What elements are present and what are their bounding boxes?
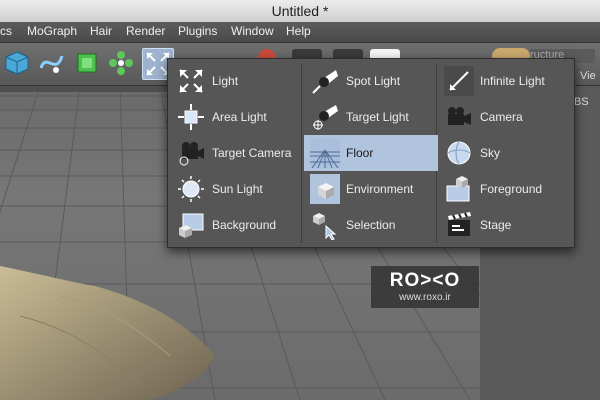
menu-item-window[interactable]: Window [231, 24, 274, 38]
stage-icon [448, 212, 471, 236]
menu-item-spot-light[interactable]: Spot Light [304, 63, 438, 99]
target-light-icon [313, 105, 338, 130]
selection-icon [313, 213, 337, 240]
menu-item-target-light[interactable]: Target Light [304, 99, 438, 135]
menu-item-mograph[interactable]: MoGraph [27, 24, 77, 38]
pillow-object[interactable] [0, 266, 215, 400]
menu-item-graphics[interactable]: cs [0, 24, 12, 38]
menu-item-selection[interactable]: Selection [304, 207, 438, 243]
title-bar: Untitled * [0, 0, 600, 23]
menu-item-area-light[interactable]: Area Light [170, 99, 304, 135]
nurbs-icon[interactable] [72, 48, 102, 78]
watermark-url: www.roxo.ir [399, 292, 451, 303]
menu-item-infinite-light[interactable]: Infinite Light [438, 63, 572, 99]
target-camera-icon [179, 142, 204, 166]
menu-item-foreground[interactable]: Foreground [438, 171, 572, 207]
menu-item-sun-light[interactable]: Sun Light [170, 171, 304, 207]
light-palette-popup: Light Area Light Target Camera Sun Light… [167, 58, 575, 248]
cube-icon[interactable] [2, 48, 32, 78]
menu-item-hair[interactable]: Hair [90, 24, 112, 38]
camera-icon [448, 107, 471, 125]
menu-item-light[interactable]: Light [170, 63, 304, 99]
background-icon [179, 213, 204, 238]
menu-bar: cs MoGraph Hair Render Plugins Window He… [0, 22, 600, 43]
floor-icon [310, 138, 340, 168]
infinite-light-icon [444, 66, 474, 96]
menu-item-camera[interactable]: Camera [438, 99, 572, 135]
menu-item-stage[interactable]: Stage [438, 207, 572, 243]
menu-item-background[interactable]: Background [170, 207, 304, 243]
menu-item-render[interactable]: Render [126, 24, 165, 38]
view-tab[interactable]: Vie [580, 70, 596, 86]
sun-light-icon [178, 176, 204, 202]
light-icon [179, 69, 203, 93]
menu-item-sky[interactable]: Sky [438, 135, 572, 171]
array-icon[interactable] [106, 48, 136, 78]
sky-icon [447, 141, 471, 165]
menu-item-plugins[interactable]: Plugins [178, 24, 217, 38]
spot-light-icon [312, 70, 338, 94]
area-light-icon [178, 104, 204, 130]
menu-item-target-camera[interactable]: Target Camera [170, 135, 304, 171]
environment-icon [310, 174, 340, 204]
menu-item-help[interactable]: Help [286, 24, 311, 38]
foreground-icon [446, 176, 470, 202]
menu-item-floor[interactable]: Floor [304, 135, 438, 171]
watermark: RO><O www.roxo.ir [371, 266, 479, 308]
window-title: Untitled * [271, 3, 329, 19]
watermark-logo: RO><O [389, 270, 461, 291]
menu-item-environment[interactable]: Environment [304, 171, 438, 207]
spline-pen-icon[interactable] [36, 48, 66, 78]
